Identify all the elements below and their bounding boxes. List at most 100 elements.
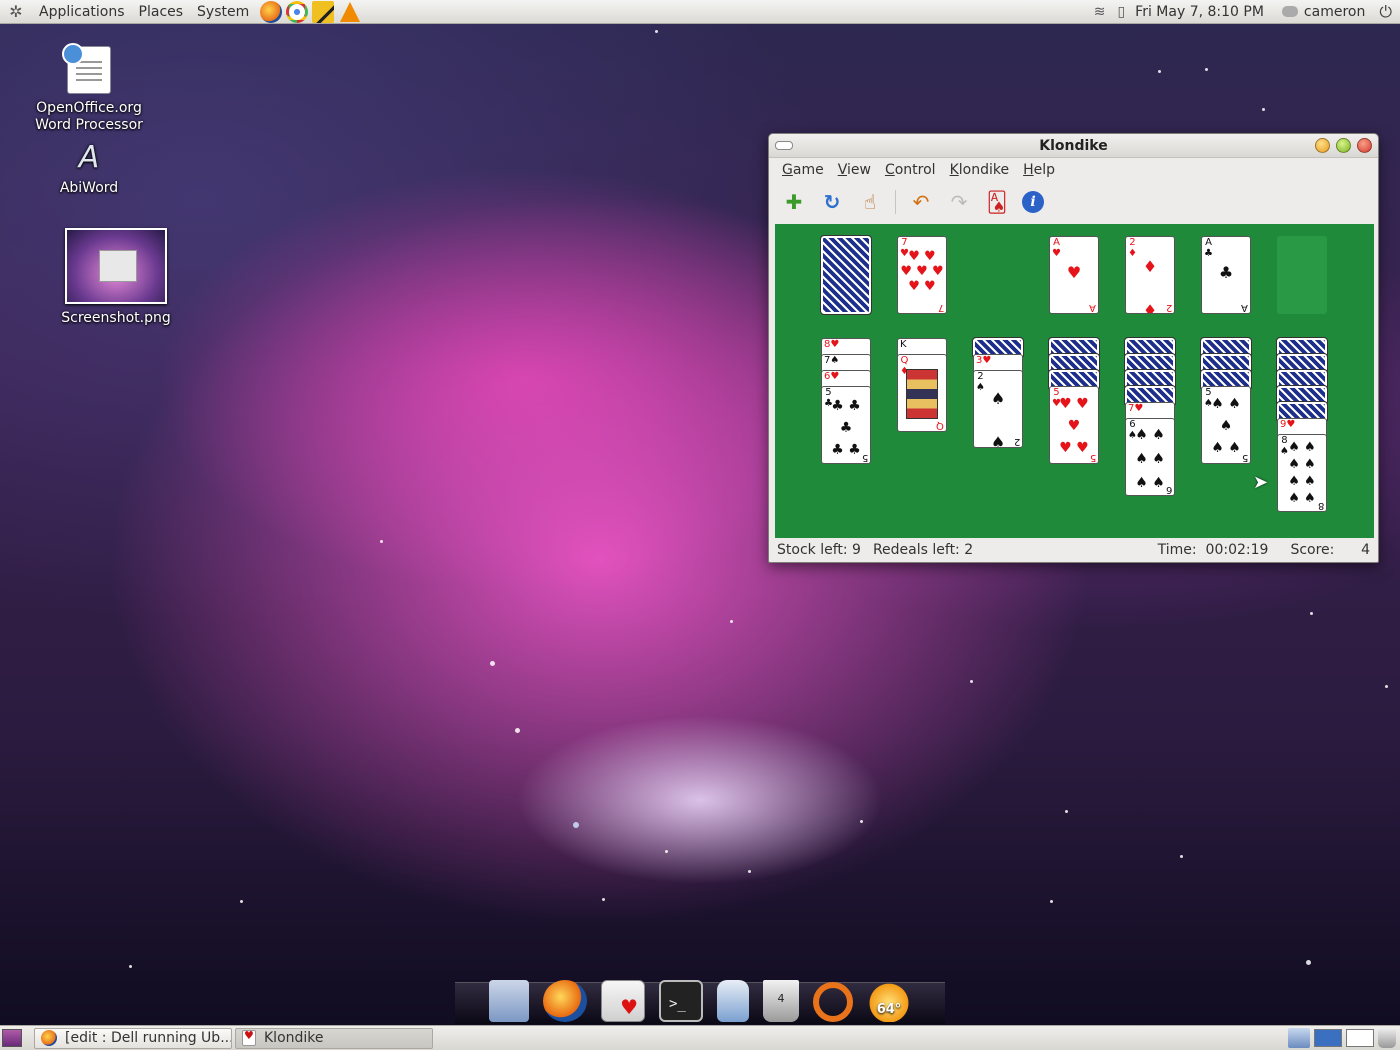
places-menu[interactable]: Places bbox=[132, 4, 191, 20]
bottom-panel: [edit : Dell running Ub... Klondike bbox=[0, 1025, 1400, 1050]
hint-icon[interactable]: ☝ bbox=[857, 189, 883, 215]
maximize-button[interactable] bbox=[1336, 138, 1351, 153]
menu-klondike[interactable]: Klondike bbox=[943, 162, 1017, 178]
desktop-icon-label: AbiWord bbox=[59, 180, 119, 196]
tableau-card[interactable]: 5 ♥ ♥ ♥ ♥ ♥ ♥ 5 bbox=[1049, 386, 1099, 464]
notes-launcher-icon[interactable] bbox=[312, 0, 335, 23]
card-index: 5 bbox=[1089, 452, 1096, 463]
menubar: Game View Control Klondike Help bbox=[769, 158, 1378, 182]
power-icon[interactable]: ⏻ bbox=[1373, 2, 1400, 22]
foundation-4-empty[interactable] bbox=[1277, 236, 1327, 314]
dock: >_ 4 64° bbox=[455, 980, 945, 1024]
card-index: 6♥ bbox=[824, 371, 840, 382]
taskbar-item-browser[interactable]: [edit : Dell running Ub... bbox=[34, 1027, 232, 1049]
desktop-icon-label: Screenshot.png bbox=[61, 310, 171, 326]
restart-icon[interactable]: ↻ bbox=[819, 189, 845, 215]
window-title: Klondike bbox=[1039, 137, 1108, 154]
card-index: 5 bbox=[1241, 452, 1248, 463]
trash-icon[interactable] bbox=[1378, 1028, 1396, 1048]
queen-face-art bbox=[906, 369, 938, 419]
clock[interactable]: Fri May 7, 8:10 PM bbox=[1131, 4, 1274, 20]
top-panel-tray: ≋ ▯ Fri May 7, 8:10 PM cameron ⏻ bbox=[1088, 0, 1400, 23]
file-manager-icon[interactable] bbox=[489, 980, 529, 1022]
waste-pile[interactable]: 7 ♥ ♥ ♥ ♥ ♥ ♥ ♥ ♥ 7 bbox=[897, 236, 947, 314]
card-index: 3♥ bbox=[976, 355, 992, 366]
firefox-launcher-icon[interactable] bbox=[260, 0, 283, 23]
redo-icon[interactable]: ↷ bbox=[946, 189, 972, 215]
show-desktop-icon[interactable] bbox=[2, 1029, 22, 1047]
document-icon bbox=[62, 43, 111, 94]
undo-icon[interactable]: ↶ bbox=[908, 189, 934, 215]
foundation-1[interactable]: A ♥ ♥ A bbox=[1049, 236, 1099, 314]
window-titlebar[interactable]: Klondike bbox=[769, 134, 1378, 158]
mouse-pointer-icon: ➤ bbox=[1253, 472, 1269, 493]
menu-control[interactable]: Control bbox=[878, 162, 943, 178]
menu-help[interactable]: Help bbox=[1016, 162, 1062, 178]
foundation-2[interactable]: 2 ♦ ♦ ♦ 2 bbox=[1125, 236, 1175, 314]
battery-icon[interactable]: ▯ bbox=[1117, 4, 1125, 20]
menu-view[interactable]: View bbox=[831, 162, 878, 178]
chat-icon bbox=[1281, 6, 1298, 17]
solitaire-icon[interactable] bbox=[601, 980, 645, 1022]
card-pip: ♥ bbox=[1066, 263, 1082, 282]
desktop-icon-abiword[interactable]: A AbiWord bbox=[48, 142, 130, 197]
wifi-icon[interactable]: ≋ bbox=[1094, 4, 1106, 20]
tableau-card[interactable]: Q ♦ Q bbox=[897, 354, 947, 432]
window-controls bbox=[1315, 138, 1372, 153]
system-menu[interactable]: System bbox=[190, 4, 256, 20]
workspace-1[interactable] bbox=[1314, 1029, 1342, 1047]
window-menu-icon[interactable] bbox=[775, 141, 793, 150]
ubuntu-icon[interactable] bbox=[813, 982, 853, 1022]
minimize-button[interactable] bbox=[1315, 138, 1330, 153]
tableau-card[interactable]: 8 ♠ ♠ ♠ ♠ ♠ ♠ ♠ ♠ ♠ 8 bbox=[1277, 434, 1327, 512]
new-game-icon[interactable]: ✚ bbox=[781, 189, 807, 215]
trash-icon[interactable]: 4 bbox=[763, 980, 799, 1022]
menu-game[interactable]: Game bbox=[775, 162, 831, 178]
abiword-icon: A bbox=[78, 140, 100, 175]
card-pip: ♣ bbox=[1218, 263, 1234, 282]
tableau-card[interactable]: 5 ♠ ♠ ♠ ♠ ♠ ♠ 5 bbox=[1201, 386, 1251, 464]
terminal-icon[interactable]: >_ bbox=[659, 980, 703, 1022]
card-index: K bbox=[900, 339, 907, 350]
close-button[interactable] bbox=[1357, 138, 1372, 153]
weather-icon[interactable]: 64° bbox=[867, 980, 911, 1022]
card-index: A ♥ bbox=[1052, 237, 1061, 259]
stock-pile[interactable] bbox=[820, 235, 872, 315]
tableau-card[interactable]: 2 ♠ ♠ ♠ 2 bbox=[973, 370, 1023, 448]
taskbar-item-klondike[interactable]: Klondike bbox=[235, 1027, 433, 1049]
user-menu[interactable]: cameron bbox=[1274, 4, 1373, 20]
solitaire-icon bbox=[242, 1030, 256, 1046]
tableau-card[interactable]: 5 ♣ ♣ ♣ ♣ ♣ ♣ 5 bbox=[821, 386, 871, 464]
network-icon[interactable] bbox=[1288, 1028, 1310, 1048]
image-thumbnail-icon bbox=[65, 228, 167, 304]
desktop-icon-screenshot[interactable]: Screenshot.png bbox=[58, 228, 174, 327]
applications-menu[interactable]: Applications bbox=[32, 4, 132, 20]
deal-icon[interactable]: 🂡 bbox=[984, 189, 1010, 215]
desktop-icon-label: OpenOffice.org bbox=[36, 100, 142, 116]
game-board[interactable]: 7 ♥ ♥ ♥ ♥ ♥ ♥ ♥ ♥ 7 A ♥ ♥ A 2 ♦ ♦ ♦ 2 A ♣ ♣ A 8… bbox=[775, 224, 1374, 538]
ubuntu-logo-icon: ✲ bbox=[9, 1, 23, 21]
bottom-panel-tray bbox=[1288, 1028, 1400, 1048]
foundation-3[interactable]: A ♣ ♣ A bbox=[1201, 236, 1251, 314]
card-index: 8♥ bbox=[824, 339, 840, 350]
card-pips: ♠ ♠ ♠ ♠ ♠ ♠ ♠ ♠ bbox=[1288, 440, 1316, 506]
chrome-launcher-icon[interactable] bbox=[286, 0, 309, 23]
vlc-launcher-icon[interactable] bbox=[340, 1, 361, 22]
info-icon[interactable]: i bbox=[1022, 191, 1044, 213]
card-index: 7♠ bbox=[824, 355, 840, 366]
storage-jar-icon[interactable] bbox=[717, 980, 749, 1022]
desktop-icon-label: Word Processor bbox=[35, 117, 143, 133]
taskbar-item-label: [edit : Dell running Ub... bbox=[65, 1030, 232, 1046]
taskbar-item-label: Klondike bbox=[264, 1030, 324, 1046]
card-index: 8 bbox=[1317, 500, 1324, 511]
card-index: A ♣ bbox=[1204, 237, 1213, 259]
card-index: 2 bbox=[1013, 436, 1020, 447]
tableau-card[interactable]: 6 ♠ ♠ ♠ ♠ ♠ ♠ ♠ 6 bbox=[1125, 418, 1175, 496]
workspace-2[interactable] bbox=[1346, 1029, 1374, 1047]
card-index: 7 bbox=[937, 302, 944, 313]
toolbar: ✚ ↻ ☝ ↶ ↷ 🂡 i bbox=[769, 182, 1378, 222]
firefox-icon[interactable] bbox=[543, 980, 587, 1022]
desktop-icon-openoffice-writer[interactable]: OpenOffice.org Word Processor bbox=[28, 43, 150, 134]
klondike-window: Klondike Game View Control Klondike Help… bbox=[768, 133, 1379, 563]
card-index: 5 bbox=[861, 452, 868, 463]
